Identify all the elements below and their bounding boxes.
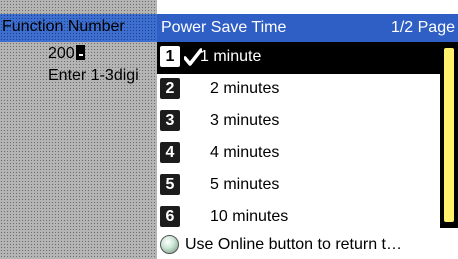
enter-cursor-icon	[75, 45, 85, 60]
function-number-input[interactable]: 200	[48, 45, 85, 63]
function-number-hint: Enter 1-3digi	[48, 67, 139, 84]
option-label: 10 minutes	[210, 208, 289, 225]
scrollbar[interactable]	[440, 42, 458, 228]
option-3-minutes[interactable]: 3 3 minutes	[157, 106, 440, 138]
option-1-minute[interactable]: 1 1 minute	[157, 42, 440, 74]
option-4-minutes[interactable]: 4 4 minutes	[157, 138, 440, 170]
footer-text: Use Online button to return t…	[185, 236, 402, 253]
option-label: 1 minute	[200, 48, 262, 65]
option-label: 4 minutes	[210, 144, 280, 161]
option-5-minutes[interactable]: 5 5 minutes	[157, 170, 440, 202]
option-list: 1 1 minute 2 2 minutes 3 3 minutes 4 4 m…	[157, 42, 440, 234]
option-number-badge: 3	[160, 110, 180, 131]
option-label: 5 minutes	[210, 176, 280, 193]
option-number-badge: 6	[160, 206, 180, 227]
dialog-header: Power Save Time 1/2 Page	[157, 14, 458, 42]
option-number-badge: 5	[160, 174, 180, 195]
option-2-minutes[interactable]: 2 2 minutes	[157, 74, 440, 106]
dialog-title: Power Save Time	[161, 19, 287, 36]
function-number-panel: Function Number 200 Enter 1-3digi	[0, 0, 157, 259]
option-10-minutes[interactable]: 6 10 minutes	[157, 202, 440, 234]
option-number-badge: 2	[160, 78, 180, 99]
function-number-value: 200	[48, 45, 75, 62]
printer-panel-screen: Function Number 200 Enter 1-3digi Power …	[0, 0, 458, 259]
option-number-badge: 1	[160, 46, 180, 67]
online-button-icon	[160, 235, 179, 254]
function-number-header: Function Number	[0, 14, 157, 42]
option-label: 3 minutes	[210, 112, 280, 129]
page-indicator: 1/2 Page	[390, 19, 455, 36]
footer-hint: Use Online button to return t…	[157, 232, 458, 259]
option-number-badge: 4	[160, 142, 180, 163]
power-save-time-dialog: Power Save Time 1/2 Page 1 1 minute 2 2 …	[157, 14, 458, 259]
function-number-title: Function Number	[2, 18, 125, 35]
option-label: 2 minutes	[210, 80, 280, 97]
scrollbar-thumb[interactable]	[444, 48, 454, 222]
